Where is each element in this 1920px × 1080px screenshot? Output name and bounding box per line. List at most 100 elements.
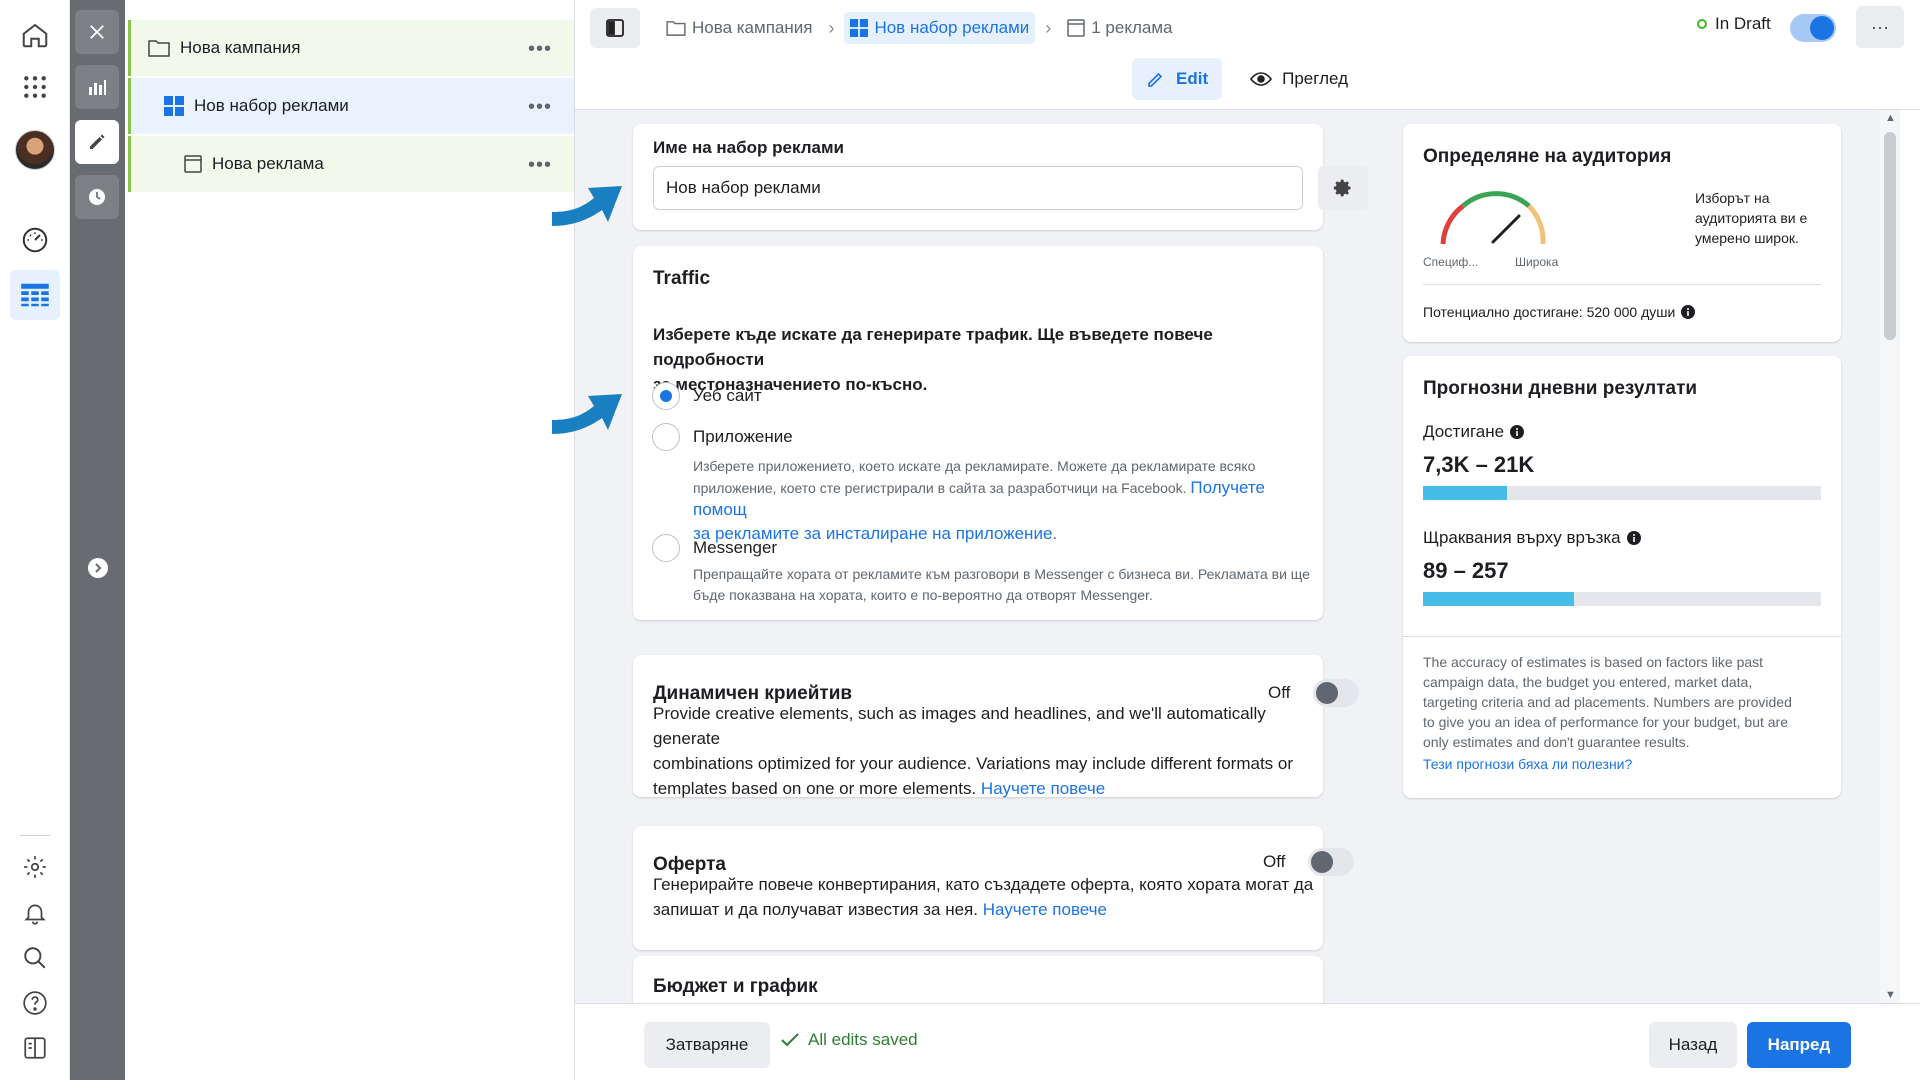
dashboard-gauge-icon[interactable] xyxy=(10,215,60,265)
crumb-adset[interactable]: Нов набор реклами xyxy=(844,12,1036,44)
clicks-progress-bar xyxy=(1423,592,1821,606)
website-option-label: Уеб сайт xyxy=(693,386,762,405)
content-scrollbar[interactable]: ▲ ▼ xyxy=(1880,110,1900,1003)
settings-gear-icon[interactable] xyxy=(10,842,60,892)
radio-messenger[interactable] xyxy=(652,534,680,562)
offer-toggle-label: Off xyxy=(1263,852,1286,871)
audience-gauge xyxy=(1440,191,1546,245)
note-line: Изборът на xyxy=(1695,190,1770,206)
tree-node-campaign[interactable]: Нова кампания ••• xyxy=(128,20,574,76)
tab-edit[interactable]: Edit xyxy=(1132,58,1223,100)
tree-node-adset[interactable]: Нов набор реклами ••• xyxy=(128,78,574,134)
eye-icon xyxy=(1250,72,1273,86)
editor-footer: Затваряне All edits saved Назад Напред xyxy=(575,1003,1920,1080)
dynamic-creative-toggle[interactable] xyxy=(1313,679,1359,707)
tree-node-label: Нова реклама xyxy=(212,154,324,173)
divider xyxy=(1403,636,1841,637)
scrollbar-thumb[interactable] xyxy=(1884,132,1896,340)
note-line: campaign data, the budget you entered, m… xyxy=(1423,674,1753,690)
note-line: only estimates and don't guarantee resul… xyxy=(1423,734,1690,750)
sidebar-toggle-icon xyxy=(606,19,624,37)
radio-app[interactable] xyxy=(652,423,680,451)
tab-preview[interactable]: Преглед xyxy=(1236,58,1362,100)
clicks-value: 89 – 257 xyxy=(1423,558,1509,583)
info-icon[interactable] xyxy=(1626,531,1641,545)
account-avatar[interactable] xyxy=(10,125,60,175)
edit-pencil-icon[interactable] xyxy=(75,120,119,164)
learn-more-link[interactable]: Научете повече xyxy=(981,779,1105,798)
clicks-metric-label: Щраквания върху връзка xyxy=(1423,528,1641,548)
info-icon[interactable] xyxy=(1681,305,1696,319)
scroll-down-icon[interactable]: ▼ xyxy=(1885,989,1896,1001)
save-status-text: All edits saved xyxy=(808,1030,918,1049)
more-menu-button[interactable]: ··· xyxy=(1856,6,1904,48)
name-settings-button[interactable] xyxy=(1318,166,1368,210)
app-option-label: Приложение xyxy=(693,427,793,446)
desc-line: приложение, което сте регистрирали в сай… xyxy=(693,480,1187,496)
question-line: Изберете къде искате да генерирате трафи… xyxy=(653,325,1213,369)
home-icon[interactable] xyxy=(10,10,60,60)
next-button[interactable]: Напред xyxy=(1747,1022,1851,1068)
adset-name-card: Име на набор реклами Нов набор реклами xyxy=(633,124,1368,230)
folder-icon xyxy=(666,21,686,36)
sidebar-toggle-button[interactable] xyxy=(590,8,640,48)
chevron-right-icon: › xyxy=(1045,17,1052,38)
offer-description: Генерирайте повече конвертирания, като с… xyxy=(653,872,1318,922)
budget-schedule-card: Бюджет и график xyxy=(633,956,1323,1003)
gauge-right-label: Широка xyxy=(1515,255,1559,269)
tab-label: Преглед xyxy=(1282,69,1348,88)
close-button[interactable]: Затваряне xyxy=(644,1022,770,1068)
close-editor-icon[interactable] xyxy=(75,10,119,54)
draft-toggle[interactable] xyxy=(1790,14,1836,42)
status-dot-icon xyxy=(1697,19,1707,29)
offer-card: Оферта Off Генерирайте повече конвертира… xyxy=(633,826,1354,950)
para-line: Генерирайте повече конвертирания, като с… xyxy=(653,875,1314,894)
reporting-chart-icon[interactable] xyxy=(75,65,119,109)
ads-manager-table-icon[interactable] xyxy=(10,270,60,320)
draft-status: In Draft xyxy=(1697,14,1771,34)
info-icon[interactable] xyxy=(1510,425,1525,439)
radio-website[interactable] xyxy=(652,382,680,410)
para-line: combinations optimized for your audience… xyxy=(653,754,1294,773)
rail-divider xyxy=(20,835,50,836)
note-line: to give you an idea of performance for y… xyxy=(1423,714,1789,730)
desc-line: Препращайте хората от рекламите към разг… xyxy=(693,566,1310,582)
reach-metric-label: Достигане xyxy=(1423,422,1525,442)
para-line: запишат и да получават известия за нея. xyxy=(653,900,978,919)
folder-icon xyxy=(148,39,170,57)
save-status: All edits saved xyxy=(780,1030,918,1050)
checkmark-icon xyxy=(781,1033,799,1047)
avatar xyxy=(15,130,55,170)
desc-line: Изберете приложението, което искате да р… xyxy=(693,458,1256,474)
campaign-tree: Нова кампания ••• Нов набор реклами ••• … xyxy=(125,0,575,1080)
search-icon[interactable] xyxy=(10,933,60,983)
budget-title: Бюджет и график xyxy=(653,976,818,997)
forecast-feedback-link[interactable]: Тези прогнози бяха ли полезни? xyxy=(1423,756,1632,772)
crumb-campaign[interactable]: Нова кампания xyxy=(660,12,818,44)
editor-content: Име на набор реклами Нов набор реклами T… xyxy=(575,110,1900,1003)
editor-tool-strip xyxy=(70,0,125,1080)
tree-node-ad[interactable]: Нова реклама ••• xyxy=(128,136,574,192)
traffic-title: Traffic xyxy=(653,268,711,289)
notifications-bell-icon[interactable] xyxy=(10,888,60,938)
expand-chevron-icon[interactable] xyxy=(88,558,108,578)
history-clock-icon[interactable] xyxy=(75,175,119,219)
traffic-card: Traffic Изберете къде искате да генерира… xyxy=(633,246,1323,620)
more-options-icon[interactable]: ••• xyxy=(528,38,552,61)
divider xyxy=(1423,284,1821,285)
tree-node-label: Нов набор реклами xyxy=(194,96,349,115)
adset-name-input[interactable]: Нов набор реклами xyxy=(653,166,1303,210)
learn-more-link[interactable]: Научете повече xyxy=(983,900,1107,919)
tab-label: Edit xyxy=(1176,69,1209,88)
messenger-option-label: Messenger xyxy=(693,538,778,557)
scroll-up-icon[interactable]: ▲ xyxy=(1885,112,1896,124)
panel-toggle-icon[interactable] xyxy=(10,1023,60,1073)
help-icon[interactable] xyxy=(10,978,60,1028)
back-button[interactable]: Назад xyxy=(1649,1022,1737,1068)
more-options-icon[interactable]: ••• xyxy=(528,96,552,119)
status-label: In Draft xyxy=(1715,14,1771,33)
crumb-ad[interactable]: 1 реклама xyxy=(1061,12,1178,44)
dynamic-creative-description: Provide creative elements, such as image… xyxy=(653,701,1318,801)
ad-window-icon xyxy=(184,155,202,173)
apps-grid-icon[interactable] xyxy=(10,62,60,112)
